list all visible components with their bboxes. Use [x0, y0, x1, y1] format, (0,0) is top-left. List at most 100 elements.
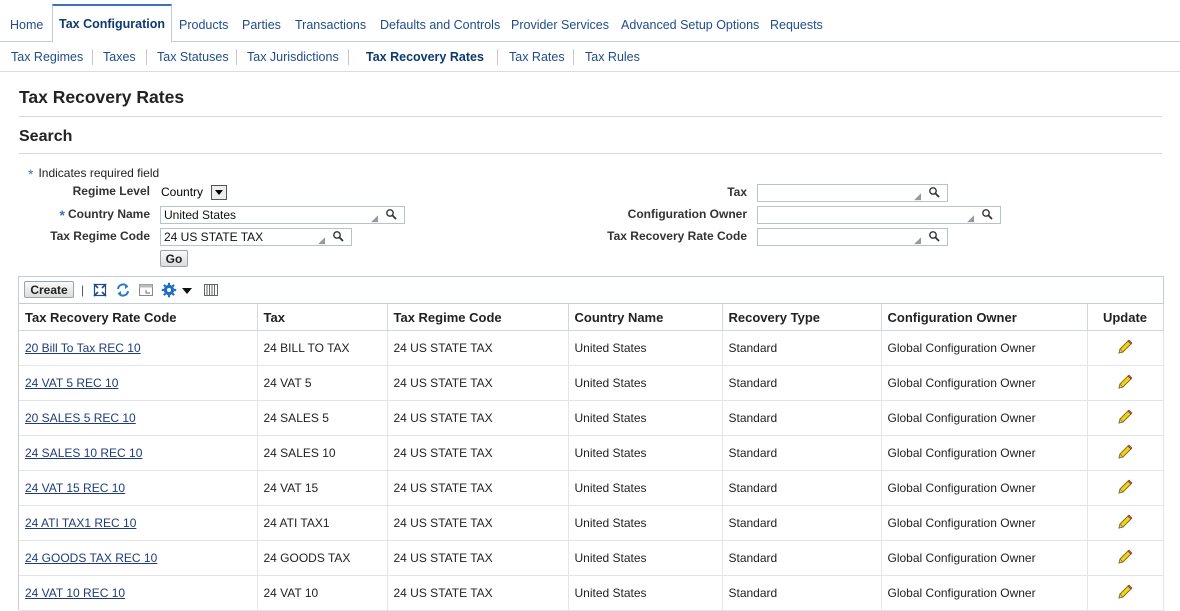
subnav-tax-regimes[interactable]: Tax Regimes	[11, 50, 83, 64]
tax-recovery-rate-code-link[interactable]: 24 SALES 10 REC 10	[25, 446, 142, 460]
column-header-country-name[interactable]: Country Name	[568, 304, 723, 331]
column-header-update: Update	[1087, 304, 1164, 331]
regime-level-select[interactable]: Country	[161, 184, 228, 201]
sort-ascending-icon[interactable]	[504, 313, 519, 322]
cell-configuration-owner: Global Configuration Owner	[881, 400, 1088, 436]
subnav-tax-rates[interactable]: Tax Rates	[509, 50, 565, 64]
results-table: Tax Recovery Rate Code Tax Tax Regime Co…	[19, 304, 1164, 611]
refresh-icon[interactable]	[115, 282, 131, 298]
freeze-icon[interactable]	[138, 282, 154, 298]
pencil-icon[interactable]	[1116, 408, 1134, 429]
cell-country-name: United States	[568, 365, 723, 401]
search-icon[interactable]	[981, 208, 993, 220]
chevron-down-icon[interactable]	[179, 282, 195, 298]
column-header-recovery-type[interactable]: Recovery Type	[722, 304, 882, 331]
cell-recovery-type: Standard	[722, 365, 882, 401]
tab-requests[interactable]: Requests	[770, 18, 823, 32]
create-button[interactable]: Create	[24, 281, 74, 298]
cell-recovery-type: Standard	[722, 330, 882, 366]
tax-field[interactable]: ◢	[757, 184, 948, 202]
column-header-configuration-owner[interactable]: Configuration Owner	[881, 304, 1088, 331]
sort-ascending-icon[interactable]	[666, 313, 681, 322]
tab-tax-configuration[interactable]: Tax Configuration	[52, 4, 173, 43]
table-toolbar: Create |	[19, 277, 1163, 304]
tax-recovery-rate-code-link[interactable]: 24 VAT 5 REC 10	[25, 376, 118, 390]
tab-defaults-and-controls[interactable]: Defaults and Controls	[380, 18, 500, 32]
table-row: 24 SALES 10 REC 10 24 SALES 10 24 US STATE…	[19, 435, 1164, 471]
subnav-tax-recovery-rates[interactable]: Tax Recovery Rates	[366, 50, 484, 64]
tax-recovery-rate-code-link[interactable]: 20 SALES 5 REC 10	[25, 411, 136, 425]
tax-recovery-rate-code-link[interactable]: 24 VAT 10 REC 10	[25, 586, 125, 600]
subnav-divider	[236, 49, 237, 65]
tax-recovery-rate-code-link[interactable]: 24 ATI TAX1 REC 10	[25, 516, 136, 530]
subnav-tax-rules[interactable]: Tax Rules	[585, 50, 640, 64]
cell-tax-recovery-rate-code: 24 VAT 15 REC 10	[19, 470, 258, 506]
sort-ascending-icon[interactable]	[1019, 313, 1034, 322]
tab-products[interactable]: Products	[179, 18, 228, 32]
cell-country-name: United States	[568, 540, 723, 576]
cell-recovery-type: Standard	[722, 400, 882, 436]
pencil-icon[interactable]	[1116, 513, 1134, 534]
detach-icon[interactable]	[92, 282, 108, 298]
pencil-icon[interactable]	[1116, 548, 1134, 569]
sort-ascending-icon[interactable]	[823, 313, 838, 322]
cell-update	[1087, 470, 1164, 506]
cell-tax-recovery-rate-code: 24 VAT 5 REC 10	[19, 365, 258, 401]
configuration-owner-field[interactable]: ◢	[757, 206, 1001, 224]
subnav-tax-jurisdictions[interactable]: Tax Jurisdictions	[247, 50, 339, 64]
cell-recovery-type: Standard	[722, 575, 882, 611]
column-header-label: Recovery Type	[728, 309, 821, 325]
settings-icon[interactable]	[161, 282, 177, 298]
columns-icon[interactable]	[203, 282, 219, 298]
go-button[interactable]: Go	[160, 250, 188, 267]
pencil-icon[interactable]	[1116, 443, 1134, 464]
cell-update	[1087, 365, 1164, 401]
tax-recovery-rate-code-link[interactable]: 20 Bill To Tax REC 10	[25, 341, 141, 355]
cell-update	[1087, 505, 1164, 541]
pencil-icon[interactable]	[1116, 338, 1134, 359]
column-header-tax-regime-code[interactable]: Tax Regime Code	[387, 304, 569, 331]
pencil-icon[interactable]	[1116, 583, 1134, 604]
tax-regime-code-field[interactable]: 24 US STATE TAX ◢	[160, 228, 352, 246]
subnav-tax-statuses[interactable]: Tax Statuses	[157, 50, 229, 64]
cell-country-name: United States	[568, 400, 723, 436]
pencil-icon[interactable]	[1116, 373, 1134, 394]
cell-country-name: United States	[568, 505, 723, 541]
sort-ascending-icon[interactable]	[179, 313, 194, 322]
column-header-tax-recovery-rate-code[interactable]: Tax Recovery Rate Code	[19, 304, 258, 331]
search-icon[interactable]	[332, 230, 344, 242]
sub-navigation: Tax Regimes Taxes Tax Statuses Tax Juris…	[0, 41, 1180, 72]
resize-corner-icon: ◢	[318, 235, 325, 245]
tab-advanced-setup-options[interactable]: Advanced Setup Options	[621, 18, 759, 32]
tab-provider-services[interactable]: Provider Services	[511, 18, 609, 32]
search-divider	[19, 153, 1162, 154]
pencil-icon[interactable]	[1116, 478, 1134, 499]
cell-update	[1087, 330, 1164, 366]
subnav-divider	[573, 49, 574, 65]
cell-tax-regime-code: 24 US STATE TAX	[387, 330, 569, 366]
chevron-down-icon[interactable]	[211, 185, 228, 201]
table-row: 24 ATI TAX1 REC 10 24 ATI TAX1 24 US STATE…	[19, 505, 1164, 541]
tax-recovery-rate-code-link[interactable]: 24 VAT 15 REC 10	[25, 481, 125, 495]
subnav-taxes[interactable]: Taxes	[103, 50, 136, 64]
sort-ascending-icon[interactable]	[287, 313, 302, 322]
column-header-tax[interactable]: Tax	[257, 304, 388, 331]
cell-tax-recovery-rate-code: 24 VAT 10 REC 10	[19, 575, 258, 611]
search-icon[interactable]	[928, 186, 940, 198]
tab-home[interactable]: Home	[10, 18, 43, 32]
column-header-label: Configuration Owner	[887, 309, 1017, 325]
cell-update	[1087, 400, 1164, 436]
search-icon[interactable]	[385, 208, 397, 220]
toolbar-separator: |	[81, 283, 85, 297]
tax-recovery-rate-code-link[interactable]: 24 GOODS TAX REC 10	[25, 551, 157, 565]
search-icon[interactable]	[928, 230, 940, 242]
table-row: 24 GOODS TAX REC 10 24 GOODS TAX 24 US STA…	[19, 540, 1164, 576]
cell-country-name: United States	[568, 575, 723, 611]
cell-tax: 24 ATI TAX1	[257, 505, 388, 541]
tab-parties[interactable]: Parties	[242, 18, 281, 32]
country-name-field[interactable]: United States ◢	[160, 206, 405, 224]
cell-tax: 24 BILL TO TAX	[257, 330, 388, 366]
cell-tax-regime-code: 24 US STATE TAX	[387, 400, 569, 436]
tab-transactions[interactable]: Transactions	[295, 18, 366, 32]
tax-recovery-rate-code-field[interactable]: ◢	[757, 228, 948, 246]
